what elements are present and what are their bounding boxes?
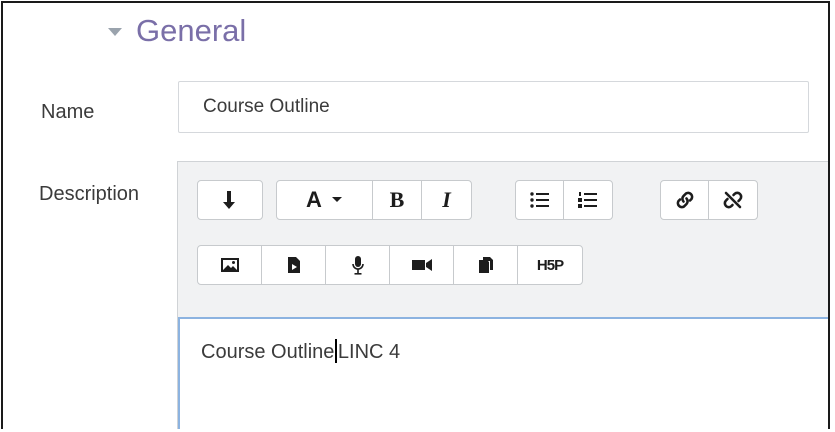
ordered-list-icon — [578, 192, 597, 208]
image-button[interactable] — [198, 246, 262, 284]
toolbar-group-links — [660, 180, 758, 220]
image-icon — [220, 258, 239, 272]
section-title: General — [136, 13, 247, 48]
ordered-list-button[interactable] — [564, 181, 612, 219]
unordered-list-button[interactable] — [516, 181, 564, 219]
chevron-down-icon — [331, 197, 342, 202]
record-video-button[interactable] — [390, 246, 454, 284]
link-icon — [676, 191, 693, 209]
name-input[interactable] — [178, 81, 809, 133]
unlink-icon — [723, 191, 743, 209]
h5p-button[interactable]: H5P — [518, 246, 582, 284]
record-audio-button[interactable] — [326, 246, 390, 284]
unlink-button[interactable] — [709, 181, 757, 219]
link-button[interactable] — [661, 181, 709, 219]
content-after-cursor: LINC 4 — [337, 341, 401, 363]
h5p-icon: H5P — [536, 256, 564, 274]
description-content-area[interactable]: Course Outline LINC 4 — [178, 317, 828, 429]
section-header-general[interactable]: General — [108, 13, 246, 49]
description-label: Description — [39, 183, 140, 205]
toolbar-group-collapse — [197, 180, 263, 220]
media-file-icon — [287, 257, 300, 273]
record-video-icon — [411, 259, 432, 271]
italic-icon: I — [442, 187, 451, 212]
record-audio-icon — [351, 256, 364, 275]
toolbar-group-style: A B I — [276, 180, 472, 220]
toolbar-group-media: H5P — [197, 245, 583, 285]
font-color-icon: A — [306, 187, 322, 212]
collapse-toolbar-icon — [223, 191, 235, 209]
manage-files-button[interactable] — [454, 246, 518, 284]
bold-button[interactable]: B — [373, 181, 422, 219]
bold-icon: B — [389, 187, 405, 212]
text-cursor — [335, 339, 337, 363]
form-frame: General Name Description A B I — [1, 1, 830, 429]
media-file-button[interactable] — [262, 246, 326, 284]
collapse-caret-icon[interactable] — [108, 28, 122, 36]
content-before-cursor: Course Outline — [201, 341, 335, 363]
name-label: Name — [41, 101, 95, 123]
manage-files-icon — [478, 257, 493, 273]
toolbar-group-lists — [515, 180, 613, 220]
italic-button[interactable]: I — [422, 181, 471, 219]
description-content: Course Outline LINC 4 — [201, 339, 400, 364]
unordered-list-icon — [529, 192, 549, 208]
collapse-toolbar-button[interactable] — [198, 181, 262, 219]
font-color-button[interactable]: A — [277, 181, 373, 219]
